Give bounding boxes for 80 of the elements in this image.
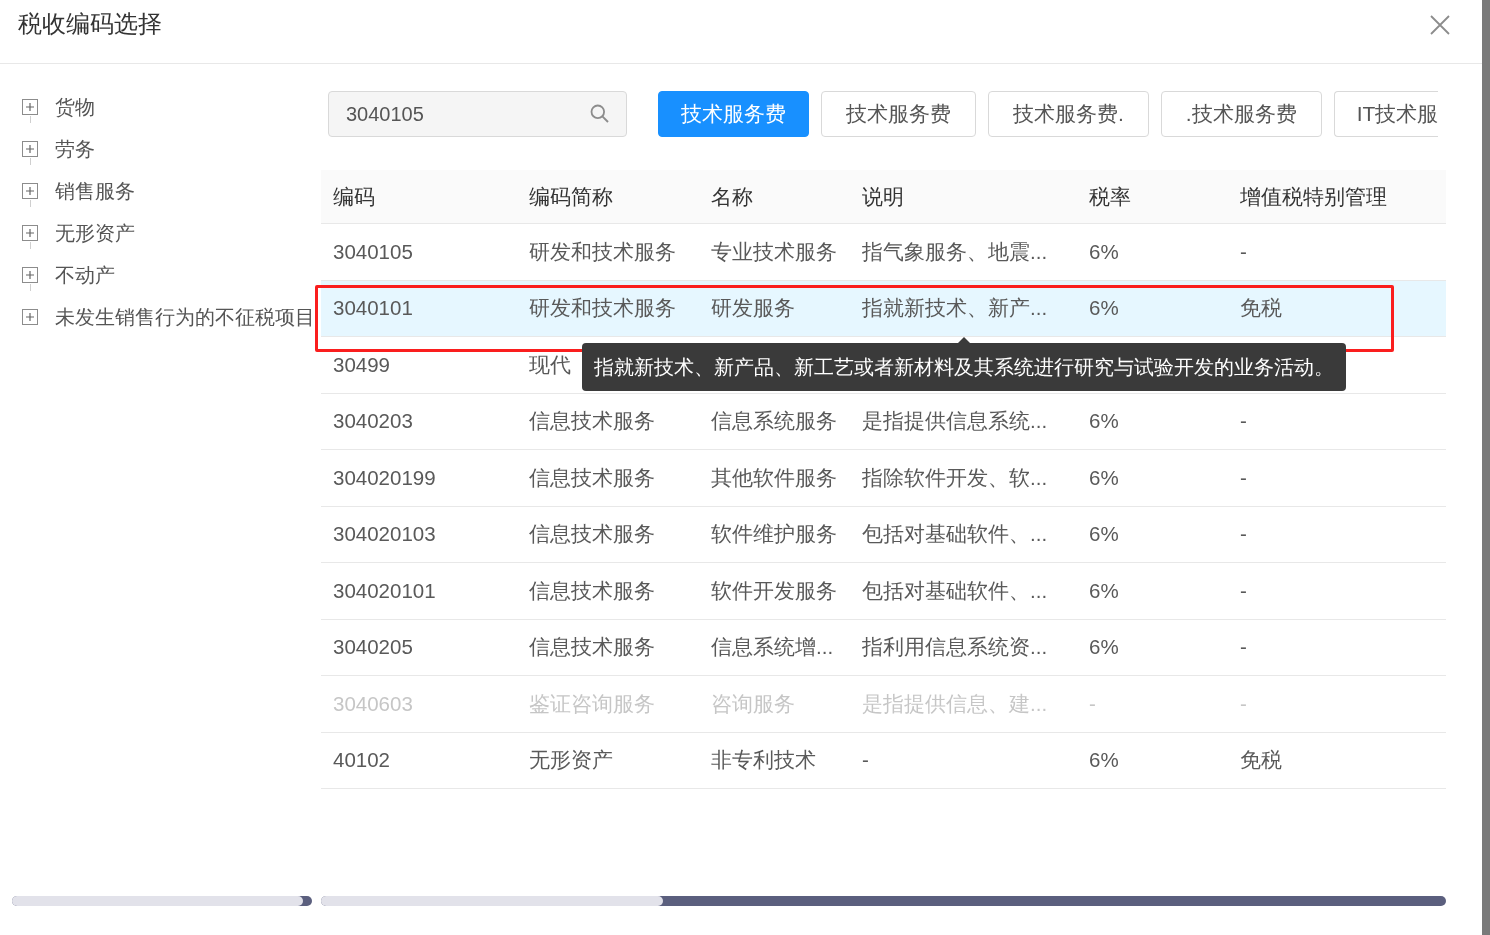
- column-header: 编码: [333, 183, 375, 210]
- table-cell: 6%: [1089, 409, 1119, 434]
- table-cell-text: 无形资产: [529, 747, 613, 774]
- table-cell: -: [1240, 465, 1247, 490]
- table-cell-text: 其他软件服务: [711, 464, 837, 491]
- table-cell-text: 包括对基础软件、...: [862, 577, 1048, 604]
- table-cell-text: 是指提供信息、建...: [862, 690, 1048, 717]
- table-cell: -: [1240, 409, 1247, 434]
- table-cell-text: 软件维护服务: [711, 521, 837, 548]
- table-cell: 304020103: [333, 522, 436, 547]
- keyword-button[interactable]: 技术服务费: [821, 91, 976, 137]
- table-cell-text: 免税: [1240, 747, 1282, 774]
- table-cell-text: 信息技术服务: [529, 634, 655, 661]
- table-cell-text: 咨询服务: [711, 690, 795, 717]
- table-cell: 3040603: [333, 691, 413, 716]
- table-row[interactable]: 3040101 研发和技术服务 研发服务 指就新技术、新产... 6% 免税: [321, 280, 1446, 337]
- table-cell-text: 研发和技术服务: [529, 295, 676, 322]
- table-cell-text: 信息系统增...: [711, 634, 834, 661]
- scrollbar-thumb[interactable]: [321, 896, 663, 906]
- table-cell-text: 专业技术服务: [711, 238, 837, 265]
- table-cell: 6%: [1089, 465, 1119, 490]
- search-icon: [590, 104, 609, 123]
- tree-item[interactable]: 销售服务: [12, 170, 312, 212]
- search-field[interactable]: 3040105: [328, 91, 627, 137]
- table-cell-text: 信息技术服务: [529, 464, 655, 491]
- table-cell-text: 信息技术服务: [529, 521, 655, 548]
- table-cell-text: 免税: [1240, 295, 1282, 322]
- tree-item[interactable]: 货物: [12, 86, 312, 128]
- table-cell: 6%: [1089, 239, 1119, 264]
- table-cell: 3040101: [333, 296, 413, 321]
- table-cell: 3040205: [333, 635, 413, 660]
- table-cell: 40102: [333, 748, 390, 773]
- table-cell-text: 指就新技术、新产...: [862, 295, 1048, 322]
- table-cell-text: 指气象服务、地震...: [862, 238, 1048, 265]
- keyword-button[interactable]: .技术服务费: [1160, 91, 1322, 137]
- table-cell: 6%: [1089, 296, 1119, 321]
- tree-item[interactable]: 未发生销售行为的不征税项目: [12, 296, 312, 338]
- table-cell: 6%: [1089, 635, 1119, 660]
- table-cell: -: [1240, 578, 1247, 603]
- close-icon: [1430, 15, 1450, 35]
- table-cell-text: 包括对基础软件、...: [862, 521, 1048, 548]
- table-cell-text: 指除软件开发、软...: [862, 464, 1048, 491]
- keyword-button[interactable]: IT技术服: [1333, 91, 1439, 137]
- table-cell: 3040105: [333, 239, 413, 264]
- table-cell: 6%: [1089, 522, 1119, 547]
- table-cell: 3040203: [333, 409, 413, 434]
- column-header: 说明: [862, 183, 904, 210]
- close-button[interactable]: [1430, 15, 1450, 35]
- table-cell-text: 现代: [529, 351, 571, 378]
- table-cell: -: [1240, 691, 1247, 716]
- keyword-button[interactable]: 技术服务费.: [988, 91, 1149, 137]
- table-cell-text: 鉴证咨询服务: [529, 690, 655, 717]
- table-cell-text: 信息系统服务: [711, 408, 837, 435]
- column-header: 编码简称: [529, 183, 613, 210]
- table-cell: 6%: [1089, 748, 1119, 773]
- table-cell: 304020101: [333, 578, 436, 603]
- table-cell: -: [1240, 522, 1247, 547]
- table-cell-text: 信息技术服务: [529, 408, 655, 435]
- table-cell: 304020199: [333, 465, 436, 490]
- column-header: 增值税特别管理: [1240, 183, 1387, 210]
- table-cell: 30499: [333, 352, 390, 377]
- table-cell-text: 信息技术服务: [529, 577, 655, 604]
- dialog-title: 税收编码选择: [18, 9, 162, 39]
- column-header: 名称: [711, 183, 753, 210]
- tree-item[interactable]: 劳务: [12, 128, 312, 170]
- tree-item[interactable]: 无形资产: [12, 212, 312, 254]
- table-cell: -: [1240, 635, 1247, 660]
- table-cell: 6%: [1089, 578, 1119, 603]
- table-cell: -: [862, 748, 869, 773]
- table-cell-text: 研发服务: [711, 295, 795, 322]
- tooltip: 指就新技术、新产品、新工艺或者新材料及其系统进行研究与试验开发的业务活动。: [581, 337, 1346, 391]
- table-cell-text: 软件开发服务: [711, 577, 837, 604]
- column-header: 税率: [1089, 183, 1131, 210]
- table-cell-text: 是指提供信息系统...: [862, 408, 1048, 435]
- table-cell: -: [1240, 239, 1247, 264]
- table-cell: -: [1089, 691, 1096, 716]
- tree-item[interactable]: 不动产: [12, 254, 312, 296]
- table-cell-text: 研发和技术服务: [529, 238, 676, 265]
- table-cell-text: 指利用信息系统资...: [862, 634, 1048, 661]
- table-cell-text: 非专利技术: [711, 747, 816, 774]
